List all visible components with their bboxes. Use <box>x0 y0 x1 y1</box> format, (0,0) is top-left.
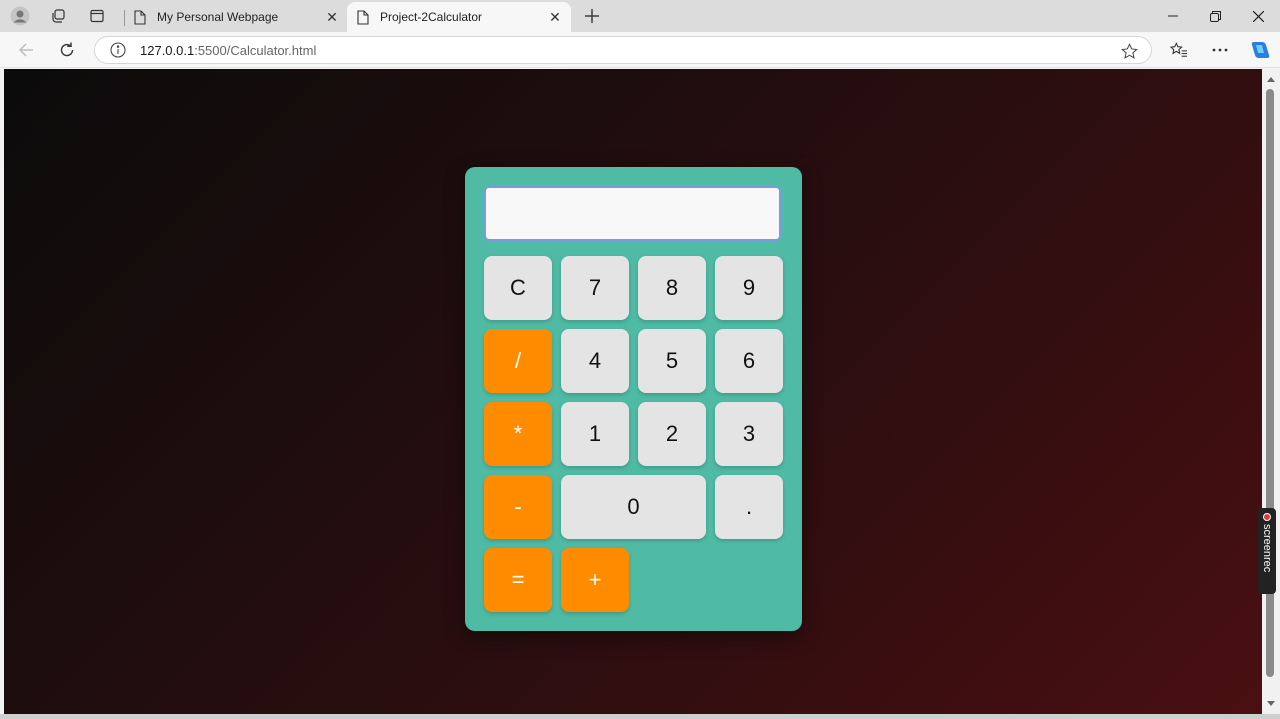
close-icon[interactable]: ✕ <box>545 7 565 27</box>
digit-9-button[interactable]: 9 <box>715 256 783 320</box>
window-bottom-edge <box>0 714 1280 719</box>
back-button[interactable] <box>12 36 40 64</box>
favorites-icon[interactable] <box>1165 36 1193 64</box>
tab-strip: My Personal Webpage ✕ Project-2Calculato… <box>0 0 1280 32</box>
digit-6-button[interactable]: 6 <box>715 329 783 393</box>
digit-2-button[interactable]: 2 <box>638 402 706 466</box>
copilot-icon[interactable] <box>1245 36 1273 64</box>
add-button[interactable]: + <box>561 548 629 612</box>
screen-recorder-badge[interactable]: screenrec <box>1258 508 1276 594</box>
page-viewport: C 7 8 9 / 4 5 6 * 1 2 3 - 0 . = + <box>4 69 1262 714</box>
url-path: :5500/Calculator.html <box>194 42 317 58</box>
page-icon <box>132 9 148 25</box>
close-window-button[interactable] <box>1237 0 1279 32</box>
site-info-icon[interactable] <box>109 41 127 59</box>
equals-button[interactable]: = <box>484 548 552 612</box>
calculator: C 7 8 9 / 4 5 6 * 1 2 3 - 0 . = + <box>465 167 802 631</box>
url-host: 127.0.0.1 <box>140 42 195 58</box>
favorite-star-icon[interactable] <box>1119 41 1139 61</box>
workspaces-icon[interactable] <box>44 4 72 28</box>
address-bar[interactable]: 127.0.0.1:5500/Calculator.html <box>94 36 1152 64</box>
subtract-button[interactable]: - <box>484 475 552 539</box>
digit-1-button[interactable]: 1 <box>561 402 629 466</box>
page-icon <box>355 9 371 25</box>
record-dot-icon <box>1263 513 1271 521</box>
tab-actions-icon[interactable] <box>83 4 111 28</box>
calculator-display[interactable] <box>484 186 781 241</box>
decimal-button[interactable]: . <box>715 475 783 539</box>
tab-title: Project-2Calculator <box>380 10 483 24</box>
tab-separator <box>124 10 125 26</box>
clear-button[interactable]: C <box>484 256 552 320</box>
restore-button[interactable] <box>1194 0 1236 32</box>
more-options-icon[interactable] <box>1206 36 1234 64</box>
scroll-down-arrow-icon[interactable] <box>1267 701 1275 706</box>
digit-7-button[interactable]: 7 <box>561 256 629 320</box>
browser-toolbar: 127.0.0.1:5500/Calculator.html <box>0 32 1280 68</box>
vertical-scrollbar[interactable] <box>1262 69 1280 714</box>
recorder-label: screenrec <box>1261 524 1273 573</box>
multiply-button[interactable]: * <box>484 402 552 466</box>
divide-button[interactable]: / <box>484 329 552 393</box>
minimize-button[interactable] <box>1152 0 1194 32</box>
refresh-button[interactable] <box>53 36 81 64</box>
digit-8-button[interactable]: 8 <box>638 256 706 320</box>
tab-title: My Personal Webpage <box>157 10 279 24</box>
digit-0-button[interactable]: 0 <box>561 475 706 539</box>
tab-my-personal-webpage[interactable]: My Personal Webpage ✕ <box>124 2 348 32</box>
new-tab-button[interactable] <box>580 4 604 28</box>
digit-3-button[interactable]: 3 <box>715 402 783 466</box>
close-icon[interactable]: ✕ <box>322 7 342 27</box>
digit-4-button[interactable]: 4 <box>561 329 629 393</box>
scroll-up-arrow-icon[interactable] <box>1267 77 1275 82</box>
profile-icon[interactable] <box>6 4 34 28</box>
tab-project-calculator[interactable]: Project-2Calculator ✕ <box>347 2 571 32</box>
digit-5-button[interactable]: 5 <box>638 329 706 393</box>
